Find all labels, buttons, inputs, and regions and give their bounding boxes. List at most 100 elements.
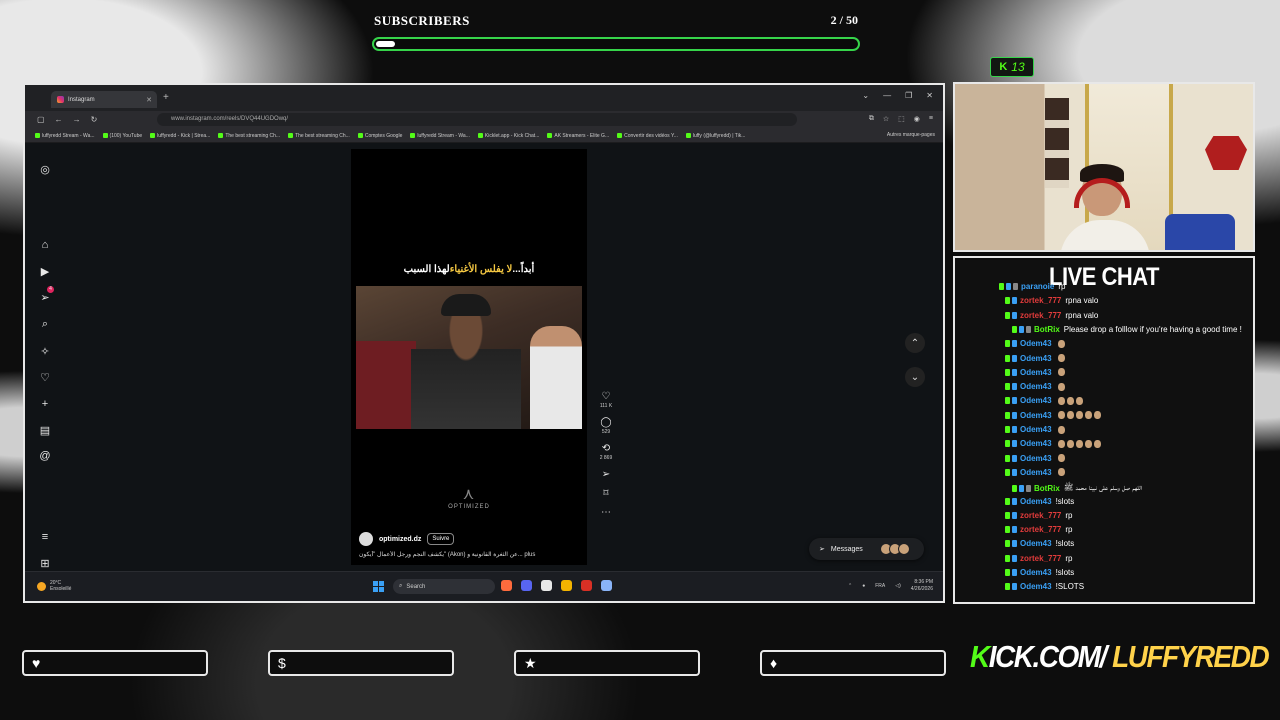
maximize-icon[interactable]: ❐: [905, 91, 912, 100]
sidebar-toggle-icon[interactable]: ▢: [37, 115, 45, 124]
more-action[interactable]: ⋯: [601, 507, 611, 518]
bookmark-item[interactable]: (100) YouTube: [102, 133, 142, 139]
windows-start-icon[interactable]: [373, 581, 384, 592]
steam-icon[interactable]: [541, 580, 552, 591]
chat-username[interactable]: zortek_777: [1020, 511, 1061, 520]
taskbar-search[interactable]: ⌕ Search: [393, 579, 495, 594]
chat-username[interactable]: Odem43: [1020, 425, 1052, 434]
notifications-icon[interactable]: ♡: [37, 369, 53, 385]
chat-username[interactable]: Odem43: [1020, 582, 1052, 591]
bookmark-item[interactable]: luffy (@luffyredd) | Tik...: [685, 133, 745, 139]
bookmark-item[interactable]: Comptes Google: [357, 133, 402, 139]
chat-username[interactable]: Odem43: [1020, 454, 1052, 463]
sun-icon: [37, 581, 46, 591]
chat-username[interactable]: BotRix: [1034, 484, 1060, 493]
create-icon[interactable]: +: [37, 396, 53, 412]
chat-username[interactable]: zortek_777: [1020, 554, 1061, 563]
forward-icon[interactable]: →: [73, 115, 81, 124]
also-from-meta-icon[interactable]: ⊞: [37, 555, 53, 571]
face-emote-icon: [1057, 396, 1065, 405]
bookmark-item[interactable]: luffyredd - Kick | Strea...: [150, 133, 210, 139]
chat-username[interactable]: Odem43: [1020, 411, 1052, 420]
extensions-icon[interactable]: ⬚: [898, 115, 905, 123]
microphone-icon[interactable]: ●: [862, 583, 865, 589]
comment-action[interactable]: ◯ 529: [600, 417, 611, 435]
next-reel-button[interactable]: ⌄: [905, 367, 925, 387]
new-tab-button[interactable]: +: [163, 92, 169, 103]
save-action[interactable]: ⌑: [603, 488, 608, 499]
chat-username[interactable]: BotRix: [1034, 325, 1060, 334]
reload-icon[interactable]: ↻: [91, 115, 98, 124]
avatar[interactable]: [359, 532, 373, 546]
firefox-icon[interactable]: [501, 580, 512, 591]
chat-username[interactable]: Odem43: [1020, 339, 1052, 348]
back-icon[interactable]: ←: [55, 115, 63, 124]
explore-icon[interactable]: ✧: [37, 343, 53, 359]
weather-widget[interactable]: 20°C Ensoleillé: [37, 580, 71, 592]
repost-icon[interactable]: ⟲: [602, 443, 610, 454]
bookmark-star-icon[interactable]: ☆: [883, 115, 889, 123]
chat-username[interactable]: zortek_777: [1020, 296, 1061, 305]
more-icon[interactable]: ⋯: [601, 507, 611, 518]
share-action[interactable]: ➢: [602, 469, 610, 480]
discord-icon[interactable]: [521, 580, 532, 591]
tab-search-icon[interactable]: ⌄: [862, 91, 869, 100]
chat-username[interactable]: Odem43: [1020, 354, 1052, 363]
bookmark-item[interactable]: Kicklet.app - Kick Chat...: [477, 133, 539, 139]
share-icon[interactable]: ➢: [602, 469, 610, 480]
reel-description[interactable]: يكشف النجم ورجل الأعمال "أيكون" (Akon) ع…: [359, 551, 559, 558]
close-window-icon[interactable]: ✕: [926, 91, 933, 100]
follow-button[interactable]: Suivre: [427, 533, 455, 545]
chat-username[interactable]: Odem43: [1020, 568, 1052, 577]
messages-icon[interactable]: ➢ 4: [37, 286, 54, 305]
calculator-icon[interactable]: [601, 580, 612, 591]
volume-icon[interactable]: ◁): [895, 583, 901, 589]
previous-reel-button[interactable]: ⌃: [905, 333, 925, 353]
comment-icon[interactable]: ◯: [600, 417, 611, 428]
chat-username[interactable]: Odem43: [1020, 382, 1052, 391]
screenshot-icon[interactable]: ⧉: [869, 115, 874, 123]
heart-icon[interactable]: ♡: [602, 391, 611, 402]
chat-username[interactable]: zortek_777: [1020, 525, 1061, 534]
bookmark-item[interactable]: The best streaming Ch...: [218, 133, 280, 139]
other-bookmarks[interactable]: Autres marque-pages: [887, 132, 935, 138]
chat-username[interactable]: Odem43: [1020, 468, 1052, 477]
app-icon[interactable]: [581, 580, 592, 591]
chat-username[interactable]: Odem43: [1020, 396, 1052, 405]
reel-player[interactable]: أبداً...لا يفلس الأغنياءلهذا السبب ⋏ OPT…: [351, 149, 587, 565]
profile-icon[interactable]: ◉: [914, 115, 920, 123]
threads-icon[interactable]: @: [37, 448, 53, 464]
chat-username[interactable]: zortek_777: [1020, 311, 1061, 320]
reel-username[interactable]: optimized.dz: [379, 536, 421, 543]
tab-instagram[interactable]: Instagram ✕: [51, 91, 157, 108]
bookmark-item[interactable]: luffyredd Stream - Wa...: [410, 133, 470, 139]
home-icon[interactable]: ⌂: [37, 237, 53, 253]
chat-username[interactable]: Odem43: [1020, 497, 1052, 506]
url-field[interactable]: www.instagram.com/reels/DVQ44UGDOwq/: [157, 113, 797, 126]
bookmark-item[interactable]: Convertir des vidéos Y...: [617, 133, 678, 139]
browser-menu-icon[interactable]: ≡: [929, 115, 933, 123]
minimize-icon[interactable]: —: [883, 91, 891, 100]
bookmark-icon[interactable]: ⌑: [603, 488, 608, 499]
chat-username[interactable]: paranoie: [1021, 282, 1054, 291]
instagram-logo-icon[interactable]: ◎: [37, 161, 53, 177]
close-tab-icon[interactable]: ✕: [146, 96, 152, 104]
repost-action[interactable]: ⟲ 2 869: [600, 443, 613, 461]
chat-username[interactable]: Odem43: [1020, 368, 1052, 377]
tray-expand-icon[interactable]: ⌃: [848, 583, 852, 589]
chat-username[interactable]: Odem43: [1020, 439, 1052, 448]
chrome-icon[interactable]: [561, 580, 572, 591]
bookmark-item[interactable]: AK Streamers - Elite G...: [547, 133, 609, 139]
messages-button[interactable]: ➢ Messages: [809, 538, 924, 560]
bookmark-label: AK Streamers - Elite G...: [554, 132, 610, 139]
language-indicator[interactable]: FRA: [875, 583, 885, 589]
bookmark-item[interactable]: luffyredd Stream - Wa...: [35, 133, 95, 139]
clock[interactable]: 8:36 PM 4/26/2026: [911, 579, 933, 593]
chat-username[interactable]: Odem43: [1020, 539, 1052, 548]
search-icon[interactable]: ⌕: [37, 316, 53, 332]
menu-icon[interactable]: ≡: [37, 529, 53, 545]
like-action[interactable]: ♡ 111 K: [600, 391, 612, 409]
bookmark-item[interactable]: The best streaming Ch...: [288, 133, 350, 139]
reels-icon[interactable]: ▶: [37, 263, 53, 279]
dashboard-icon[interactable]: ▤: [37, 422, 53, 438]
